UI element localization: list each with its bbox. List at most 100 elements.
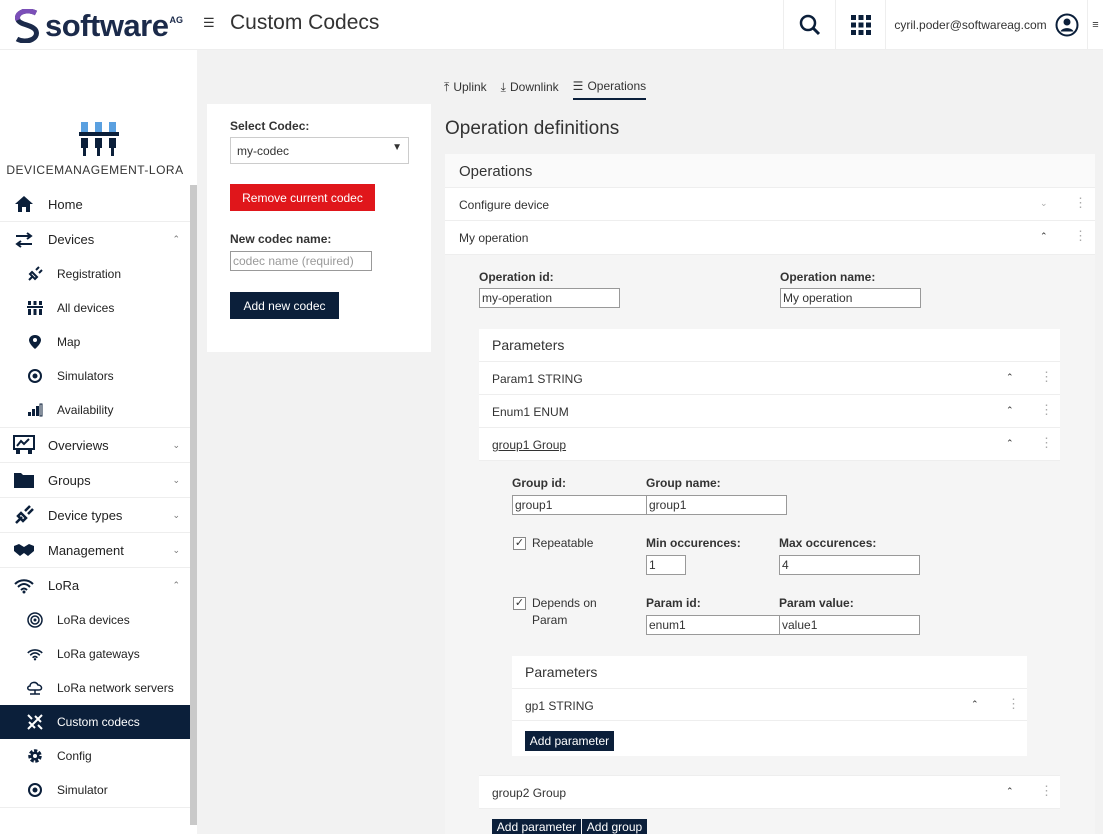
chevron-up-icon[interactable]: ⌃	[1006, 405, 1014, 416]
grid-icon	[850, 14, 871, 35]
operation-name-input[interactable]	[780, 288, 921, 308]
availability-icon	[26, 401, 44, 419]
download-icon: ⤓	[500, 79, 506, 94]
sidebar-item-lora-gateways[interactable]: LoRa gateways	[0, 637, 190, 671]
gear-icon	[26, 747, 44, 765]
sidebar-item-lora-network-servers[interactable]: LoRa network servers	[0, 671, 190, 705]
sidebar-item-label: LoRa	[48, 578, 80, 593]
sidebar-item-device-types[interactable]: Device types ⌄	[0, 498, 190, 533]
min-occurences-input[interactable]	[646, 555, 686, 575]
param-id-input[interactable]	[646, 615, 787, 635]
sidebar-scrollbar[interactable]	[190, 185, 197, 825]
chevron-up-icon[interactable]: ⌃	[1006, 372, 1014, 383]
sidebar-item-label: Simulator	[57, 783, 108, 797]
simulator-icon	[26, 367, 44, 385]
operation-row-my-operation[interactable]: My operation ⌃ ⋮	[445, 221, 1095, 255]
tab-downlink[interactable]: ⤓ Downlink	[501, 74, 559, 100]
sidebar-item-map[interactable]: Map	[0, 325, 190, 359]
sidebar-item-custom-codecs[interactable]: Custom codecs	[0, 705, 190, 739]
codec-select[interactable]: my-codec ▼	[230, 137, 409, 164]
chevron-up-icon[interactable]: ⌃	[1040, 231, 1048, 242]
map-pin-icon	[26, 333, 44, 351]
sidebar-item-label: Simulators	[57, 369, 114, 383]
tab-label: Downlink	[509, 80, 559, 94]
add-codec-button[interactable]: Add new codec	[230, 292, 339, 319]
sidebar-item-home[interactable]: Home	[0, 187, 190, 222]
param-row-enum1[interactable]: Enum1 ENUM ⌃ ⋮	[479, 395, 1060, 428]
sidebar-item-groups[interactable]: Groups ⌄	[0, 463, 190, 498]
sidebar-item-registration[interactable]: Registration	[0, 257, 190, 291]
group-id-label: Group id:	[512, 476, 566, 490]
chevron-up-icon: ⌃	[172, 580, 180, 590]
logo-s-icon	[15, 9, 39, 43]
sidebar-item-label: Registration	[57, 267, 122, 281]
group-id-input[interactable]	[512, 495, 653, 515]
depends-on-param-checkbox[interactable]: ✓	[513, 597, 526, 610]
chevron-up-icon: ⌃	[172, 234, 180, 244]
sidebar-item-overviews[interactable]: Overviews ⌄	[0, 428, 190, 463]
menu-toggle-icon[interactable]: ☰	[203, 15, 215, 31]
repeatable-checkbox[interactable]: ✓	[513, 537, 526, 550]
chevron-up-icon[interactable]: ⌃	[1006, 438, 1014, 449]
param-name: Param1 STRING	[492, 372, 583, 386]
sidebar-item-label: All devices	[57, 301, 115, 315]
more-options-icon[interactable]: ⋮	[1074, 228, 1087, 244]
app-switcher-button[interactable]	[835, 0, 885, 49]
depends-on-label: Depends on	[532, 596, 597, 610]
max-occurences-input[interactable]	[779, 555, 920, 575]
sidebar-item-simulator[interactable]: Simulator	[0, 773, 190, 807]
operation-definitions-title: Operation definitions	[445, 118, 620, 139]
param-row-param1[interactable]: Param1 STRING ⌃ ⋮	[479, 361, 1060, 395]
sidebar-item-label: Management	[48, 542, 124, 558]
sidebar-item-label: Home	[48, 196, 83, 212]
codec-name-input[interactable]	[230, 251, 372, 271]
chevron-up-icon[interactable]: ⌃	[1006, 786, 1014, 797]
group-name-input[interactable]	[646, 495, 787, 515]
sidebar-item-availability[interactable]: Availability	[0, 393, 190, 427]
chevron-up-icon[interactable]: ⌃	[971, 699, 979, 710]
sidebar-item-lora-devices[interactable]: LoRa devices	[0, 603, 190, 637]
more-options-icon[interactable]: ⋮	[1007, 696, 1020, 712]
add-parameter-button[interactable]: Add parameter	[492, 819, 581, 834]
add-group-parameter-button[interactable]: Add parameter	[525, 731, 614, 751]
sidebar-item-simulators[interactable]: Simulators	[0, 359, 190, 393]
operation-row-configure-device[interactable]: Configure device ⌄ ⋮	[445, 187, 1095, 221]
tab-uplink[interactable]: ⤒ Uplink	[444, 74, 487, 100]
upload-icon: ⤒	[444, 79, 450, 94]
operation-id-input[interactable]	[479, 288, 620, 308]
sidebar-item-label: Groups	[48, 472, 91, 488]
more-options-icon[interactable]: ⋮	[1040, 402, 1053, 418]
param-row-group2[interactable]: group2 Group ⌃ ⋮	[479, 775, 1060, 809]
target-icon	[26, 611, 44, 629]
param-id-label: Param id:	[646, 596, 701, 610]
sidebar-item-management[interactable]: Management ⌄	[0, 533, 190, 568]
chevron-down-icon[interactable]: ⌄	[1040, 198, 1048, 209]
depends-param-label: Param	[532, 613, 568, 627]
sidebar-item-devices[interactable]: Devices ⌃	[0, 222, 190, 257]
list-icon: ☰	[572, 79, 584, 93]
more-options-icon[interactable]: ⋮	[1040, 435, 1053, 451]
user-menu[interactable]: cyril.poder@softwareag.com	[885, 0, 1087, 49]
param-row-group1[interactable]: group1 Group ⌃ ⋮	[479, 428, 1060, 461]
sidebar-item-config[interactable]: Config	[0, 739, 190, 773]
sidebar-item-all-devices[interactable]: All devices	[0, 291, 190, 325]
software-ag-logo[interactable]: software AG	[12, 8, 183, 44]
more-options-icon[interactable]: ⋮	[1040, 369, 1053, 385]
more-options-icon[interactable]: ⋮	[1040, 783, 1053, 799]
search-button[interactable]	[783, 0, 835, 49]
more-options-icon[interactable]: ⋮	[1074, 195, 1087, 211]
sidebar-item-label: Availability	[57, 403, 114, 417]
app-devices-icon	[79, 122, 119, 156]
add-group-button[interactable]: Add group	[582, 819, 647, 834]
operation-detail: Operation id: Operation name: Parameters…	[445, 255, 1095, 834]
sidebar-nav: Home Devices ⌃ Registration All devices …	[0, 187, 190, 808]
sidebar-item-lora[interactable]: LoRa ⌃	[0, 568, 190, 603]
sidebar-item-label: LoRa network servers	[57, 681, 174, 695]
right-drawer-toggle[interactable]: ≡	[1087, 0, 1103, 49]
operation-name: Configure device	[459, 198, 550, 212]
param-value-input[interactable]	[779, 615, 920, 635]
param-row-gp1[interactable]: gp1 STRING ⌃ ⋮	[512, 688, 1027, 721]
remove-codec-button[interactable]: Remove current codec	[230, 184, 375, 211]
operation-id-label: Operation id:	[479, 270, 554, 284]
tab-operations[interactable]: ☰ Operations	[572, 74, 647, 100]
